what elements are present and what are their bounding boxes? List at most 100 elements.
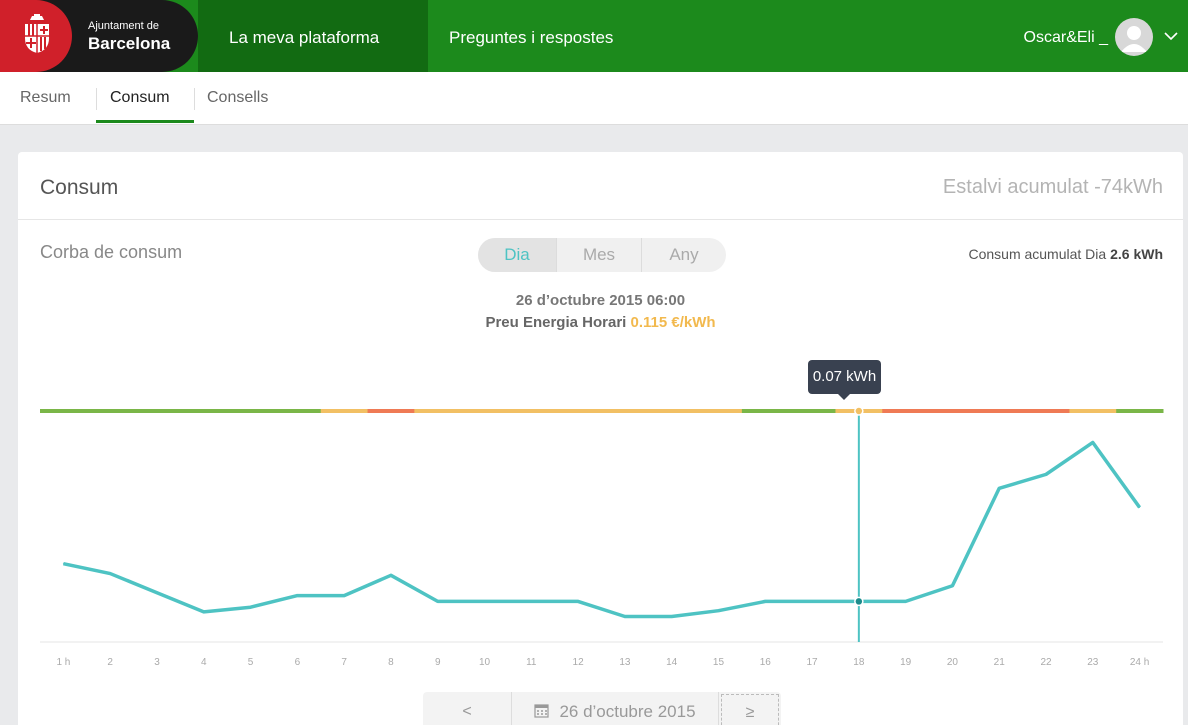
data-point (671, 615, 673, 617)
x-tick-label: 11 (526, 657, 537, 668)
data-point (390, 574, 392, 576)
tab-consells[interactable]: Consells (207, 89, 268, 107)
data-point (998, 487, 1000, 489)
barcelona-shield-icon (25, 14, 49, 53)
logo-text-small: Ajuntament de (88, 20, 159, 32)
x-tick-label: 17 (807, 657, 819, 668)
user-name[interactable]: Oscar&Eli _ (1024, 29, 1108, 47)
previous-day-button[interactable]: < (423, 692, 511, 725)
tariff-band-segment (367, 409, 415, 413)
tariff-band-segment (273, 409, 322, 413)
tooltip-arrow (838, 394, 850, 400)
tariff-band-segment (86, 409, 135, 413)
x-tick-label: 10 (479, 657, 491, 668)
tariff-band-segment (741, 409, 790, 413)
logo[interactable]: Ajuntament de Barcelona (0, 0, 198, 72)
highlight-point (854, 596, 864, 607)
series-line (63, 440, 1142, 619)
data-point (1092, 441, 1094, 443)
data-point (296, 595, 298, 597)
x-tick-label: 6 (295, 657, 301, 668)
tariff-band-segment (507, 409, 556, 413)
tariff-band-segment (320, 409, 369, 413)
nav-faq[interactable]: Preguntes i respostes (449, 28, 613, 48)
logo-text-large: Barcelona (88, 34, 171, 53)
x-tick-label: 22 (1040, 657, 1052, 668)
data-point (484, 600, 486, 602)
tariff-band-segment (40, 409, 88, 413)
consumption-card: Consum Estalvi acumulat -74kWh Corba de … (18, 152, 1183, 725)
x-tick-label: 5 (248, 657, 254, 668)
user-avatar-icon (1121, 26, 1147, 52)
tariff-band-segment (414, 409, 462, 413)
tab-resum[interactable]: Resum (20, 89, 71, 107)
data-point (811, 600, 813, 602)
tariff-band-segment (1069, 409, 1117, 413)
x-tick-label: 24 h (1130, 657, 1149, 668)
x-tick-label: 19 (900, 657, 912, 668)
x-tick-label: 9 (435, 657, 441, 668)
tab-consum[interactable]: Consum (110, 89, 170, 107)
x-tick-label: 8 (388, 657, 394, 668)
x-tick-label: 4 (201, 657, 207, 668)
date-picker[interactable]: 26 d’octubre 2015 (511, 692, 719, 725)
tariff-band-segment (695, 409, 743, 413)
data-point (109, 573, 111, 575)
data-point (343, 595, 345, 597)
tariff-band-segment (180, 409, 228, 413)
data-point (62, 563, 64, 565)
date-label: 26 d’octubre 2015 (559, 702, 696, 721)
data-point (437, 600, 439, 602)
sub-navigation: Resum Consum Consells (0, 72, 1188, 125)
data-point (1139, 506, 1141, 508)
data-point (203, 611, 205, 613)
highlight-band-point (854, 406, 864, 416)
tariff-band-segment (1116, 409, 1164, 413)
consumption-chart[interactable]: 1 h 2 3 4 5 6 7 8 9 10 11 12 13 14 15 16 17 18 19 20 21 22 23 2… (18, 152, 1183, 692)
x-tick-label: 20 (947, 657, 959, 668)
avatar[interactable] (1115, 18, 1153, 56)
x-tick-label: 15 (713, 657, 725, 668)
tab-divider (194, 88, 195, 110)
x-tick-label: 18 (853, 657, 865, 668)
x-tick-label: 3 (154, 657, 160, 668)
x-tick-label: 2 (107, 657, 113, 668)
value-tooltip: 0.07 kWh (808, 360, 881, 394)
date-navigator: < 26 d’octubre 2015 ≥ (423, 692, 781, 725)
data-point (1045, 473, 1047, 475)
x-tick-label: 1 h (56, 657, 70, 668)
x-tick-label: 14 (666, 657, 678, 668)
tariff-band-segment (929, 409, 977, 413)
tariff-band-segment (227, 409, 275, 413)
nav-my-platform[interactable]: La meva plataforma (229, 28, 379, 48)
x-tick-label: 12 (573, 657, 585, 668)
data-point (624, 615, 626, 617)
data-point (250, 606, 252, 608)
top-bar: Ajuntament de Barcelona La meva platafor… (0, 0, 1188, 72)
x-tick-label: 7 (341, 657, 347, 668)
tariff-band-segment (648, 409, 696, 413)
tariff-band-segment (882, 409, 930, 413)
tariff-band-segment (975, 409, 1024, 413)
data-point (717, 610, 719, 612)
tariff-band-segment (461, 409, 509, 413)
tariff-band-segment (1022, 409, 1070, 413)
x-tick-label: 23 (1087, 657, 1099, 668)
calendar-icon (534, 704, 550, 718)
data-point (577, 600, 579, 602)
data-point (764, 600, 766, 602)
tariff-band-segment (788, 409, 836, 413)
data-point (530, 600, 532, 602)
next-day-button[interactable]: ≥ (721, 694, 779, 725)
tab-divider (96, 88, 97, 110)
tariff-band-segment (601, 409, 649, 413)
data-point (905, 600, 907, 602)
logo-badge (0, 0, 72, 72)
chevron-down-icon[interactable] (1163, 30, 1179, 42)
tariff-band-segment (133, 409, 181, 413)
tariff-band-segment (554, 409, 602, 413)
x-tick-label: 13 (619, 657, 631, 668)
x-tick-label: 21 (994, 657, 1006, 668)
x-tick-label: 16 (760, 657, 772, 668)
active-tab-indicator (96, 120, 194, 123)
